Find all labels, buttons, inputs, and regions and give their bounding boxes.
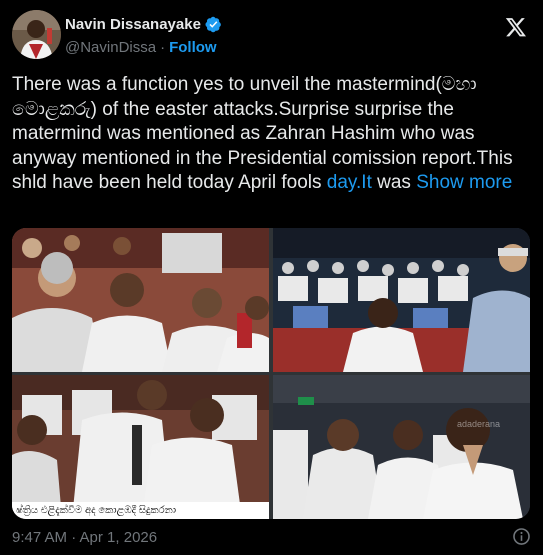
name-row: Navin Dissanayake [65,16,222,33]
media-watermark: adaderana [456,419,500,429]
photo-top-right[interactable] [273,228,530,372]
avatar-image [12,10,61,59]
author-name[interactable]: Navin Dissanayake [65,16,201,33]
media-caption: ෂ්ත්‍රිය එළිදැක්වීම අද කොළඹදී සිදුකරනා [12,502,269,519]
photo-bottom-left-image [12,375,269,519]
photo-top-left-image [12,228,269,372]
photo-bottom-right[interactable]: adaderana [273,375,530,519]
x-logo-icon[interactable] [505,16,527,38]
tweet-card: Navin Dissanayake @NavinDissa · Follow T… [0,0,543,555]
tweet-timestamp[interactable]: 9:47 AM · Apr 1, 2026 [12,529,157,546]
separator-dot: · [160,39,166,56]
tweet-header: Navin Dissanayake @NavinDissa · Follow [12,10,531,66]
info-icon[interactable] [512,527,531,546]
tweet-link[interactable]: day.It [327,172,372,193]
show-more-link[interactable]: Show more [416,172,512,193]
handle-row: @NavinDissa · Follow [65,39,217,56]
verified-badge-icon [205,16,221,33]
photo-top-left[interactable] [12,228,269,372]
author-handle[interactable]: @NavinDissa [65,39,156,56]
avatar[interactable] [12,10,61,59]
photo-bottom-left[interactable]: ෂ්ත්‍රිය එළිදැක්වීම අද කොළඹදී සිදුකරනා [12,375,269,519]
follow-button[interactable]: Follow [169,39,217,56]
media-grid: ෂ්ත්‍රිය එළිදැක්වීම අද කොළඹදී සිදුකරනා a… [12,228,530,519]
photo-top-right-image [273,228,530,372]
tweet-text: There was a function yes to unveil the m… [12,73,532,196]
tweet-body-continued: was [371,172,417,193]
photo-bottom-right-image [273,375,530,519]
